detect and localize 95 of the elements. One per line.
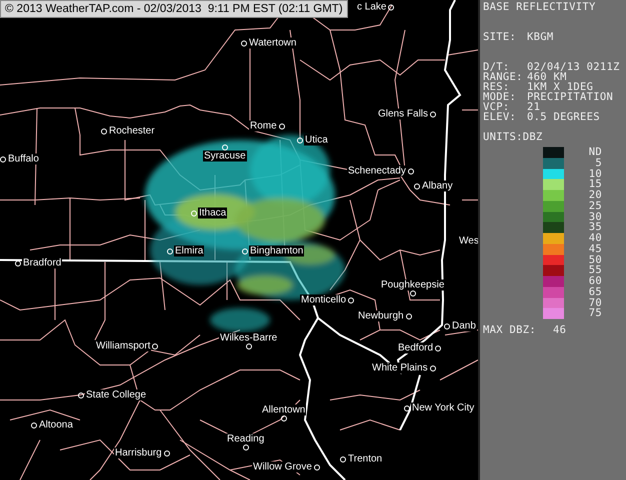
city-marker-icon bbox=[31, 422, 37, 428]
city-marker-icon bbox=[408, 168, 414, 174]
city-marker-icon bbox=[430, 365, 436, 371]
city-marker-icon bbox=[0, 156, 6, 162]
legend-label: 65 bbox=[588, 286, 602, 298]
field-value: KBGM bbox=[527, 32, 554, 42]
legend-label: 30 bbox=[588, 212, 602, 222]
city-label: Rome bbox=[249, 120, 278, 132]
legend-label: 55 bbox=[588, 265, 602, 276]
city-label: Allentown bbox=[261, 404, 306, 416]
legend-label: ND bbox=[588, 147, 602, 158]
city-marker-icon bbox=[340, 456, 346, 462]
field-label: VCP: bbox=[483, 102, 510, 112]
city-label: Danb bbox=[451, 320, 477, 332]
field-value: 1KM X 1DEG bbox=[527, 82, 594, 92]
city-label: Harrisburg bbox=[114, 448, 163, 458]
city-marker-icon bbox=[406, 313, 412, 319]
city-marker-icon bbox=[280, 416, 287, 422]
city-marker-icon bbox=[314, 464, 320, 470]
header-banner: © 2013 WeatherTAP.com - 02/03/2013 9:11 PM EST (02:11 GMT) bbox=[0, 0, 348, 18]
city-marker-icon bbox=[191, 210, 197, 216]
legend-label: 70 bbox=[588, 298, 602, 308]
city-marker-icon bbox=[410, 290, 416, 296]
field-value: 21 bbox=[527, 102, 540, 112]
city-marker-icon bbox=[167, 248, 173, 254]
city-marker-icon bbox=[15, 260, 21, 266]
city-marker-icon bbox=[246, 344, 252, 350]
legend-label: 50 bbox=[588, 254, 602, 266]
city-marker-icon bbox=[297, 137, 303, 143]
legend-label: 60 bbox=[588, 276, 602, 287]
city-label: Buffalo bbox=[7, 154, 40, 164]
city-marker-icon bbox=[78, 392, 84, 398]
city-label: Willow Grove bbox=[252, 462, 313, 472]
city-marker-icon bbox=[101, 128, 107, 134]
city-label: Utica bbox=[304, 134, 329, 146]
city-label: Schenectady bbox=[347, 166, 407, 176]
field-label: D/T: bbox=[483, 62, 510, 72]
field-value: PRECIPITATION bbox=[527, 92, 614, 102]
city-marker-icon bbox=[152, 343, 158, 349]
city-label: Binghamton bbox=[249, 246, 304, 256]
city-label: Rochester bbox=[108, 126, 156, 136]
field-value: 02/04/13 0211Z bbox=[527, 62, 620, 72]
city-label: Williamsport bbox=[95, 340, 152, 352]
city-marker-icon bbox=[278, 123, 285, 129]
city-marker-icon bbox=[414, 183, 420, 189]
field-value: 46 bbox=[553, 325, 566, 335]
legend-label: 40 bbox=[588, 233, 602, 244]
legend-label: 35 bbox=[588, 222, 602, 233]
city-label: Bedford bbox=[397, 342, 434, 354]
legend-label: 25 bbox=[588, 200, 602, 212]
city-label: Wilkes-Barre bbox=[219, 332, 278, 344]
field-label: RES: bbox=[483, 82, 510, 92]
legend-label: 45 bbox=[588, 244, 602, 254]
city-marker-icon bbox=[242, 444, 249, 450]
city-label: Bradford bbox=[22, 258, 62, 268]
field-label: SITE: bbox=[483, 32, 518, 42]
city-label: Trenton bbox=[347, 454, 384, 464]
city-marker-icon bbox=[241, 40, 247, 46]
city-label: Monticello bbox=[300, 294, 348, 306]
field-value: 460 KM bbox=[527, 72, 567, 82]
city-label: Watertown bbox=[248, 38, 298, 48]
city-marker-icon bbox=[348, 297, 354, 303]
city-marker-icon bbox=[242, 248, 248, 254]
field-value: 0.5 DEGREES bbox=[527, 112, 600, 122]
legend-label: 5 bbox=[595, 158, 602, 168]
field-label: UNITS: bbox=[483, 132, 523, 142]
field-label: ELEV: bbox=[483, 112, 518, 122]
panel-title: BASE REFLECTIVITY bbox=[483, 2, 597, 12]
field-label: MODE: bbox=[483, 92, 518, 102]
city-label: Elmira bbox=[174, 246, 204, 256]
city-marker-icon bbox=[388, 4, 394, 10]
city-label: State College bbox=[85, 390, 148, 400]
legend-label: 10 bbox=[588, 168, 602, 180]
legend-label: 75 bbox=[588, 308, 602, 319]
field-label: RANGE: bbox=[483, 72, 524, 82]
city-label: White Plains bbox=[371, 362, 429, 374]
city-label: Reading bbox=[226, 434, 266, 444]
city-label: Albany bbox=[421, 180, 454, 192]
field-label: MAX DBZ: bbox=[483, 325, 537, 335]
city-label: Poughkeepsie bbox=[380, 280, 446, 290]
city-marker-icon bbox=[435, 345, 442, 351]
city-marker-icon bbox=[430, 111, 436, 117]
city-label: Ithaca bbox=[198, 208, 228, 218]
city-label: New York City bbox=[411, 402, 476, 414]
city-label: Syracuse bbox=[203, 150, 247, 162]
city-marker-icon bbox=[164, 450, 170, 456]
city-marker-icon bbox=[404, 405, 410, 411]
legend-label: 15 bbox=[588, 179, 602, 190]
city-label: Altoona bbox=[38, 420, 74, 430]
city-label: Glens Falls bbox=[377, 108, 430, 120]
city-label: Newburgh bbox=[357, 310, 405, 322]
field-value: DBZ bbox=[522, 132, 543, 142]
city-label: c Lake bbox=[356, 2, 388, 12]
city-marker-icon bbox=[444, 323, 450, 329]
legend-label: 20 bbox=[588, 190, 602, 201]
